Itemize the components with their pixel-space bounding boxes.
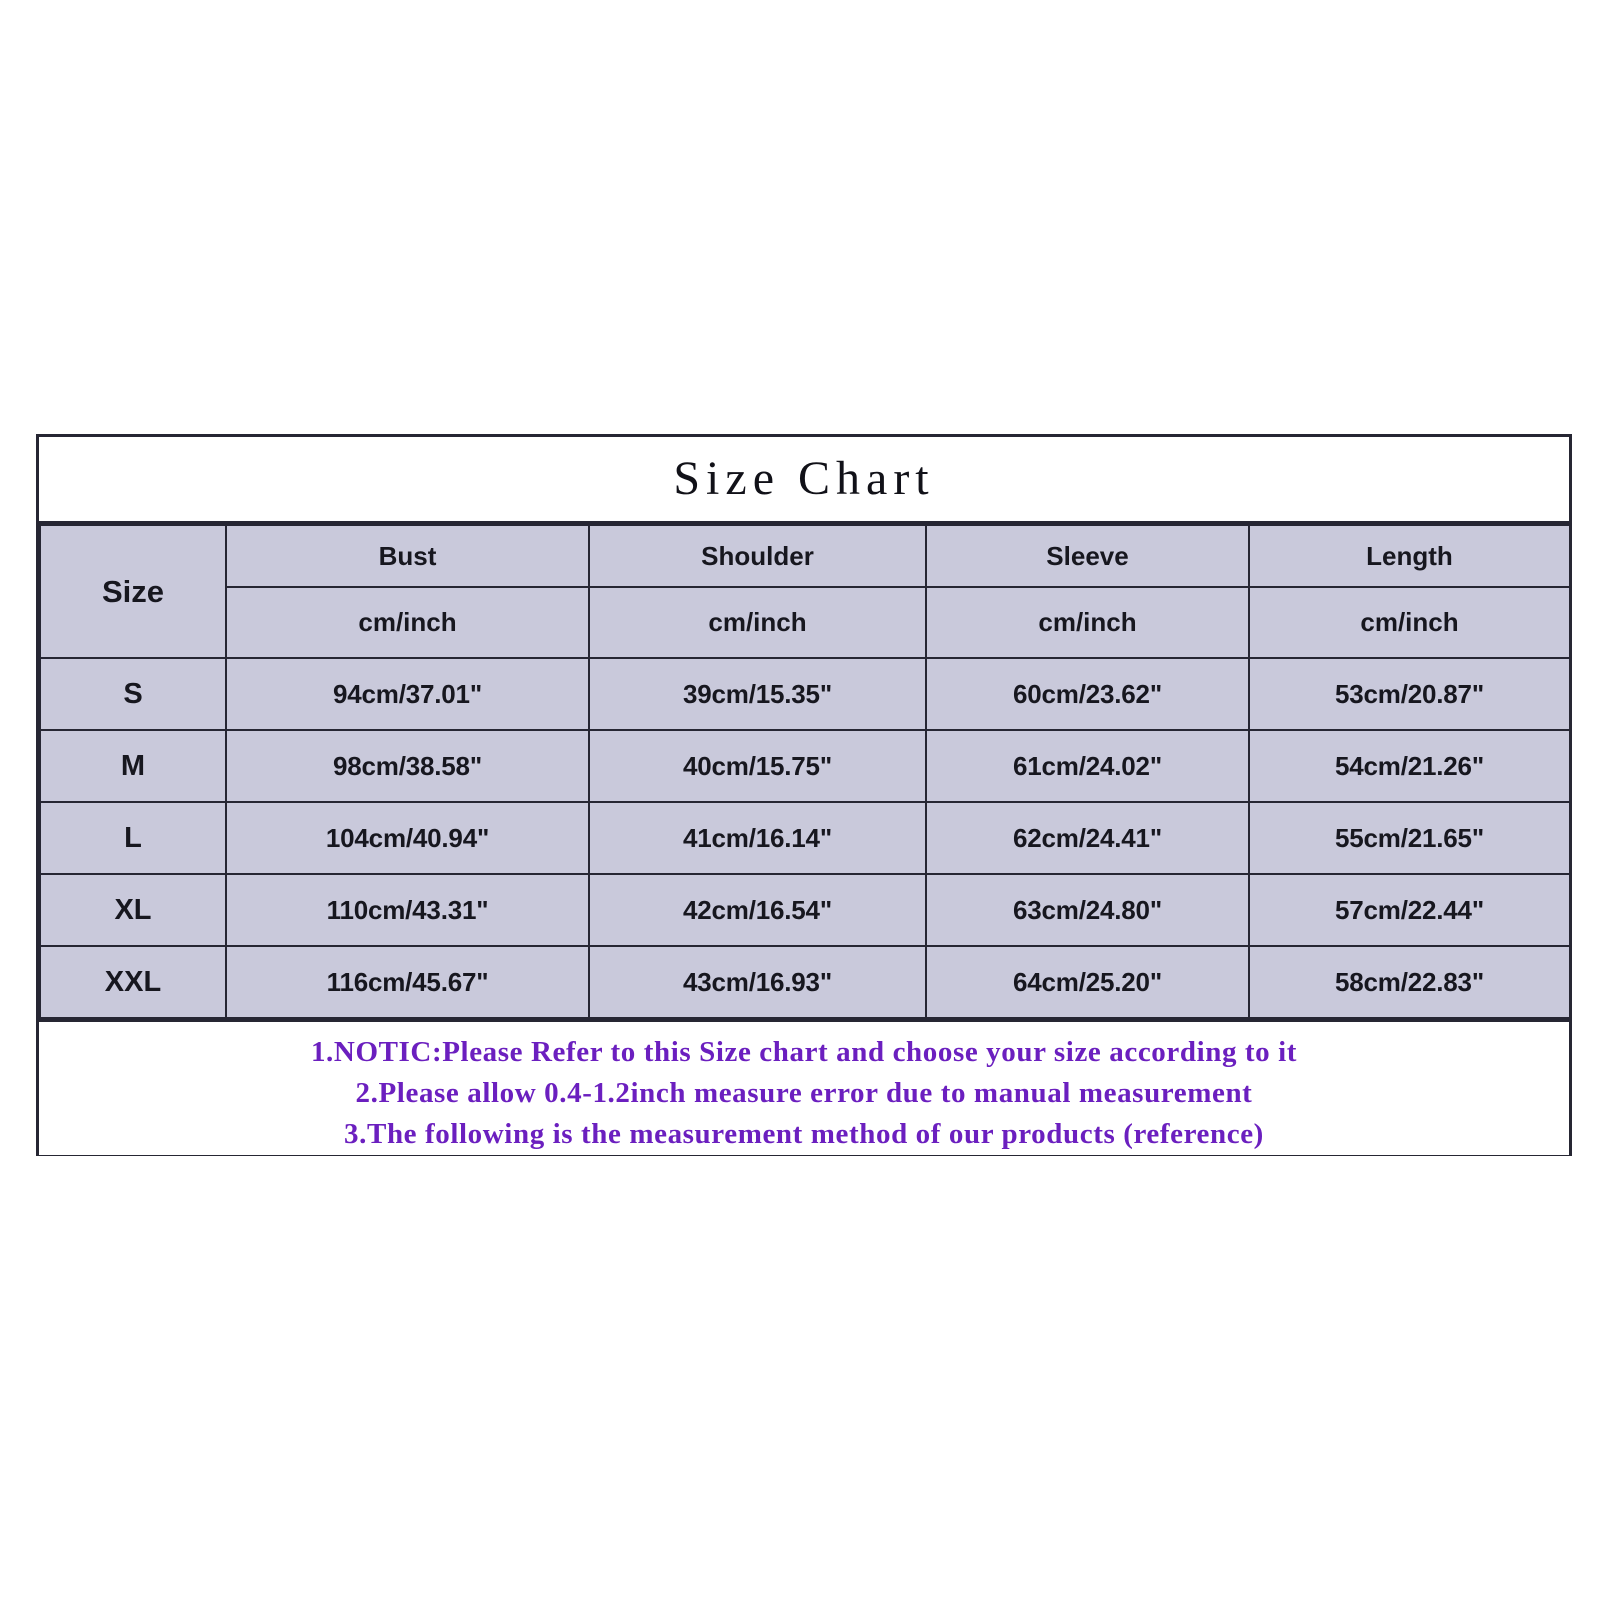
cell-sleeve: 60cm/23.62" xyxy=(925,657,1250,731)
cell-sleeve: 64cm/25.20" xyxy=(925,945,1250,1019)
note-line-2: 2.Please allow 0.4-1.2inch measure error… xyxy=(355,1077,1253,1109)
chart-title-band: Size Chart xyxy=(39,437,1569,524)
table-row: S 94cm/37.01" 39cm/15.35" 60cm/23.62" 53… xyxy=(39,657,1571,731)
column-header-shoulder: Shoulder xyxy=(588,524,927,588)
cell-size: XL xyxy=(39,873,227,947)
cell-size: S xyxy=(39,657,227,731)
cell-shoulder: 41cm/16.14" xyxy=(588,801,927,875)
cell-bust: 110cm/43.31" xyxy=(225,873,590,947)
table-row: XL 110cm/43.31" 42cm/16.54" 63cm/24.80" … xyxy=(39,873,1571,947)
cell-sleeve: 61cm/24.02" xyxy=(925,729,1250,803)
column-header-length: Length xyxy=(1248,524,1571,588)
column-header-bust: Bust xyxy=(225,524,590,588)
cell-shoulder: 40cm/15.75" xyxy=(588,729,927,803)
cell-length: 57cm/22.44" xyxy=(1248,873,1571,947)
cell-size: XXL xyxy=(39,945,227,1019)
cell-size: M xyxy=(39,729,227,803)
cell-length: 54cm/21.26" xyxy=(1248,729,1571,803)
table-header-row-metrics: Size Bust Shoulder Sleeve Length xyxy=(39,524,1571,659)
note-line-3: 3.The following is the measurement metho… xyxy=(344,1118,1264,1150)
column-header-size: Size xyxy=(39,524,227,659)
cell-bust: 98cm/38.58" xyxy=(225,729,590,803)
cell-bust: 104cm/40.94" xyxy=(225,801,590,875)
column-unit-sleeve: cm/inch xyxy=(925,586,1250,659)
size-chart-table: Size Bust Shoulder Sleeve Length cm/inch… xyxy=(39,524,1571,1019)
cell-bust: 94cm/37.01" xyxy=(225,657,590,731)
table-header-row-units: cm/inch cm/inch cm/inch cm/inch xyxy=(40,586,1571,659)
cell-bust: 116cm/45.67" xyxy=(225,945,590,1019)
table-row: XXL 116cm/45.67" 43cm/16.93" 64cm/25.20"… xyxy=(39,945,1571,1019)
notes-section: 1.NOTIC:Please Refer to this Size chart … xyxy=(39,1019,1569,1155)
table-header: Size Bust Shoulder Sleeve Length cm/inch… xyxy=(39,524,1571,659)
table-row: L 104cm/40.94" 41cm/16.14" 62cm/24.41" 5… xyxy=(39,801,1571,875)
cell-length: 53cm/20.87" xyxy=(1248,657,1571,731)
page-title: Size Chart xyxy=(673,452,935,505)
table-row: M 98cm/38.58" 40cm/15.75" 61cm/24.02" 54… xyxy=(39,729,1571,803)
column-header-sleeve: Sleeve xyxy=(925,524,1250,588)
cell-size: L xyxy=(39,801,227,875)
column-unit-length: cm/inch xyxy=(1248,586,1571,659)
cell-shoulder: 42cm/16.54" xyxy=(588,873,927,947)
cell-shoulder: 39cm/15.35" xyxy=(588,657,927,731)
cell-length: 55cm/21.65" xyxy=(1248,801,1571,875)
cell-sleeve: 63cm/24.80" xyxy=(925,873,1250,947)
size-chart-card: Size Chart Size Bust Shoulder Sleeve Len… xyxy=(36,434,1572,1156)
cell-shoulder: 43cm/16.93" xyxy=(588,945,927,1019)
column-unit-shoulder: cm/inch xyxy=(588,586,927,659)
cell-length: 58cm/22.83" xyxy=(1248,945,1571,1019)
note-line-1: 1.NOTIC:Please Refer to this Size chart … xyxy=(310,1036,1298,1068)
table-body: S 94cm/37.01" 39cm/15.35" 60cm/23.62" 53… xyxy=(39,657,1571,1019)
column-unit-bust: cm/inch xyxy=(225,586,590,659)
cell-sleeve: 62cm/24.41" xyxy=(925,801,1250,875)
